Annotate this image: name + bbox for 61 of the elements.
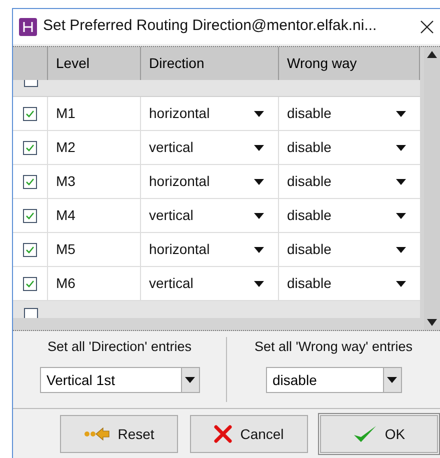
checkbox[interactable] <box>24 308 38 318</box>
close-icon[interactable] <box>420 20 434 34</box>
checkmark-icon <box>25 244 35 254</box>
table-cell: M3 <box>48 165 141 198</box>
caret-icon <box>396 280 406 286</box>
caret-icon <box>396 212 406 218</box>
direction-dropdown[interactable]: horizontal <box>141 165 279 198</box>
caret-icon <box>396 178 406 184</box>
caret-icon <box>387 377 397 384</box>
direction-dropdown[interactable]: vertical <box>141 199 279 232</box>
wrong-way-dropdown[interactable]: disable <box>279 199 420 232</box>
cross-icon <box>214 425 232 443</box>
caret-icon <box>185 377 195 384</box>
app-icon <box>19 18 37 36</box>
caret-icon <box>254 246 264 252</box>
wrong-way-dropdown[interactable]: disable <box>279 97 420 130</box>
caret-icon <box>396 246 406 252</box>
scrollbar[interactable] <box>424 47 440 330</box>
set-all-dropdown[interactable]: Vertical 1st <box>40 367 200 394</box>
direction-dropdown[interactable]: horizontal <box>141 97 279 130</box>
table-cell: M1 <box>48 97 141 130</box>
caret-icon <box>254 110 264 116</box>
wrong-way-dropdown[interactable]: disable <box>279 267 420 300</box>
checkbox[interactable] <box>23 140 37 154</box>
caret-icon <box>254 212 264 218</box>
caret-icon <box>396 110 406 116</box>
checkmark-icon <box>25 176 35 186</box>
ok-button[interactable]: OK <box>320 415 438 453</box>
reset-button[interactable]: Reset <box>60 415 178 453</box>
window-title: Set Preferred Routing Direction@mentor.elfak.ni... <box>43 16 378 36</box>
group-label: Set all 'Direction' entries <box>48 338 192 356</box>
checkmark-icon <box>25 142 35 152</box>
direction-dropdown[interactable]: vertical <box>141 267 279 300</box>
wrong-way-dropdown[interactable]: disable <box>279 233 420 266</box>
scroll-up-icon[interactable] <box>427 51 437 58</box>
caret-icon <box>254 144 264 150</box>
checkbox[interactable] <box>23 242 37 256</box>
checkmark-icon <box>25 108 35 118</box>
checkbox[interactable] <box>23 174 37 188</box>
wrong-way-dropdown[interactable]: disable <box>279 131 420 164</box>
cancel-button[interactable]: Cancel <box>190 415 308 453</box>
table-cell: M4 <box>48 199 141 232</box>
wrong-way-dropdown[interactable]: disable <box>279 165 420 198</box>
caret-icon <box>396 144 406 150</box>
checkbox[interactable] <box>23 106 37 120</box>
checkbox[interactable] <box>23 208 37 222</box>
table-cell: M2 <box>48 131 141 164</box>
checkmark-icon <box>352 424 377 444</box>
table-cell: M6 <box>48 267 141 300</box>
scroll-down-icon[interactable] <box>427 319 437 326</box>
checkmark-icon <box>25 210 35 220</box>
checkbox[interactable] <box>23 276 37 290</box>
arrow-left-icon <box>84 426 110 442</box>
set-all-dropdown[interactable]: disable <box>266 367 402 394</box>
direction-dropdown[interactable]: vertical <box>141 131 279 164</box>
checkmark-icon <box>25 278 35 288</box>
direction-dropdown[interactable]: horizontal <box>141 233 279 266</box>
group-label: Set all 'Wrong way' entries <box>254 338 412 356</box>
caret-icon <box>254 280 264 286</box>
table-cell: M5 <box>48 233 141 266</box>
caret-icon <box>254 178 264 184</box>
